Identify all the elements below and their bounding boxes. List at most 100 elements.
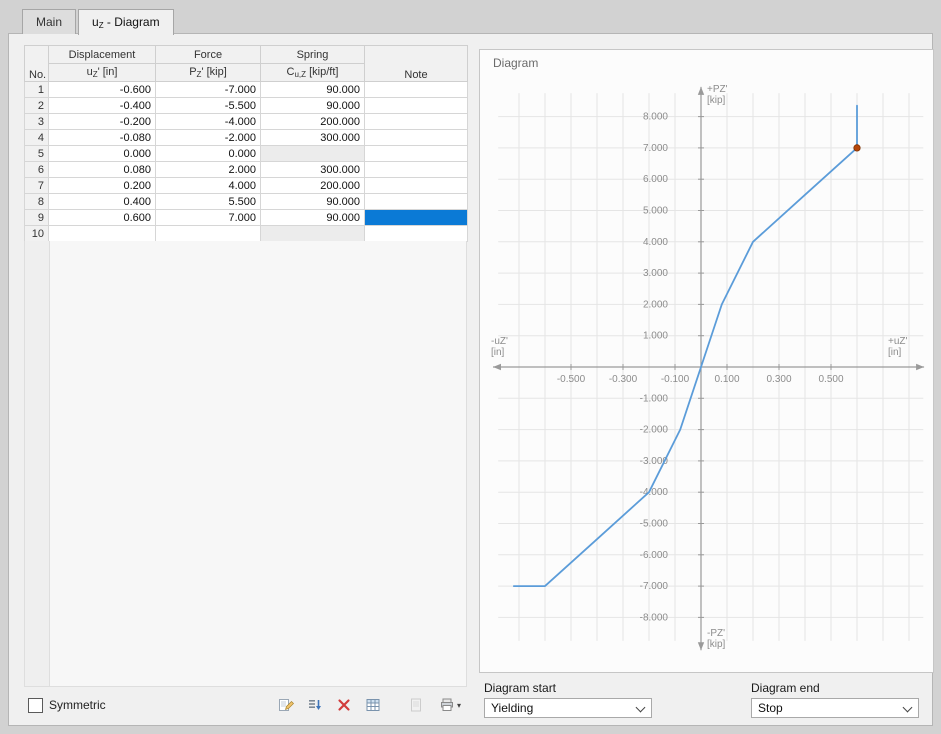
svg-text:-0.300: -0.300	[609, 374, 638, 385]
spreadsheet-icon	[366, 699, 380, 711]
chevron-down-icon	[902, 702, 913, 713]
svg-text:-6.000: -6.000	[640, 550, 669, 561]
cell-spring[interactable]	[260, 225, 365, 242]
svg-text:-5.000: -5.000	[640, 519, 669, 530]
diagram-end-value: Stop	[758, 701, 783, 715]
table-row: 8 0.400 5.500 90.000	[24, 193, 468, 210]
cell-spring[interactable]: 200.000	[260, 177, 365, 194]
cell-force[interactable]: 7.000	[155, 209, 261, 226]
row-number[interactable]: 5	[24, 145, 49, 162]
cell-note[interactable]	[364, 161, 468, 178]
cell-force[interactable]: 5.500	[155, 193, 261, 210]
row-number[interactable]: 8	[24, 193, 49, 210]
import-table-button[interactable]	[361, 694, 385, 716]
row-number[interactable]: 3	[24, 113, 49, 130]
cell-spring[interactable]: 300.000	[260, 161, 365, 178]
print-preview-button	[404, 694, 428, 716]
cell-force[interactable]: 0.000	[155, 145, 261, 162]
spring-diagram-chart: -0.500 -0.300 -0.100 0.100 0.300 0.500 8.000 7.…	[491, 84, 925, 651]
cell-note[interactable]	[364, 81, 468, 98]
row-number[interactable]: 9	[24, 209, 49, 226]
table-row: 10	[24, 225, 468, 242]
col-header-no: No.	[24, 45, 49, 82]
cell-note[interactable]	[364, 209, 468, 226]
cell-note[interactable]	[364, 193, 468, 210]
cell-displacement[interactable]: 0.200	[48, 177, 156, 194]
cell-displacement[interactable]: -0.600	[48, 81, 156, 98]
svg-text:5.000: 5.000	[643, 206, 668, 217]
sort-rows-icon	[309, 700, 321, 710]
svg-text:[in]: [in]	[888, 347, 902, 358]
cell-spring[interactable]	[260, 145, 365, 162]
cell-displacement[interactable]	[48, 225, 156, 242]
cell-spring[interactable]: 90.000	[260, 97, 365, 114]
diagram-start-value: Yielding	[491, 701, 534, 715]
svg-text:3.000: 3.000	[643, 268, 668, 279]
col-header-force: Force	[155, 45, 261, 64]
cell-spring[interactable]: 90.000	[260, 81, 365, 98]
svg-text:-0.100: -0.100	[661, 374, 690, 385]
svg-text:0.300: 0.300	[766, 374, 791, 385]
cell-note[interactable]	[364, 225, 468, 242]
row-number[interactable]: 1	[24, 81, 49, 98]
tab-bar: Main uZ - Diagram	[22, 9, 176, 35]
col-header-note: Note	[364, 45, 468, 82]
cell-displacement[interactable]: -0.200	[48, 113, 156, 130]
delete-x-icon	[338, 699, 350, 711]
cell-displacement[interactable]: 0.600	[48, 209, 156, 226]
cell-force[interactable]: -4.000	[155, 113, 261, 130]
diagram-start-select[interactable]: Yielding	[484, 698, 652, 718]
cell-spring[interactable]: 300.000	[260, 129, 365, 146]
cell-force[interactable]	[155, 225, 261, 242]
diagram-end-label: Diagram end	[751, 681, 820, 695]
cell-note[interactable]	[364, 177, 468, 194]
cell-force[interactable]: 2.000	[155, 161, 261, 178]
cell-displacement[interactable]: 0.400	[48, 193, 156, 210]
svg-text:[kip]: [kip]	[707, 95, 726, 106]
cell-spring[interactable]: 200.000	[260, 113, 365, 130]
tab-main-label: Main	[36, 15, 63, 29]
cell-force[interactable]: -5.500	[155, 97, 261, 114]
cell-spring[interactable]: 90.000	[260, 209, 365, 226]
row-header-strip	[25, 241, 50, 686]
sort-renumber-button[interactable]	[303, 694, 327, 716]
cell-note[interactable]	[364, 145, 468, 162]
diagram-start-label: Diagram start	[484, 681, 557, 695]
row-number[interactable]: 6	[24, 161, 49, 178]
row-number[interactable]: 2	[24, 97, 49, 114]
table-toolbar: ▾	[274, 694, 467, 716]
cell-note[interactable]	[364, 129, 468, 146]
checkbox-box-icon	[28, 697, 43, 713]
table-row: 5 0.000 0.000	[24, 145, 468, 162]
svg-text:+uZ': +uZ'	[888, 336, 908, 347]
cell-displacement[interactable]: 0.000	[48, 145, 156, 162]
row-number[interactable]: 4	[24, 129, 49, 146]
cell-force[interactable]: -7.000	[155, 81, 261, 98]
svg-text:7.000: 7.000	[643, 143, 668, 154]
table-row: 4 -0.080 -2.000 300.000	[24, 129, 468, 146]
symmetric-checkbox[interactable]: Symmetric	[28, 697, 106, 713]
tab-uz-diagram[interactable]: uZ - Diagram	[78, 9, 174, 35]
edit-settings-button[interactable]	[274, 694, 298, 716]
row-number[interactable]: 7	[24, 177, 49, 194]
svg-text:-7.000: -7.000	[640, 581, 669, 592]
cell-note[interactable]	[364, 97, 468, 114]
cell-displacement[interactable]: -0.080	[48, 129, 156, 146]
dialog-content: No. Displacement Force Spring Note uZ' […	[8, 33, 934, 726]
cell-displacement[interactable]: 0.080	[48, 161, 156, 178]
cell-spring[interactable]: 90.000	[260, 193, 365, 210]
cell-force[interactable]: -2.000	[155, 129, 261, 146]
chevron-down-icon	[635, 702, 646, 713]
tab-main[interactable]: Main	[22, 9, 77, 34]
cell-displacement[interactable]: -0.400	[48, 97, 156, 114]
delete-all-button[interactable]	[332, 694, 356, 716]
svg-text:-PZ': -PZ'	[707, 628, 725, 639]
row-number[interactable]: 10	[24, 225, 49, 242]
col-unit-spring: Cu,Z [kip/ft]	[260, 63, 365, 82]
print-button[interactable]: ▾	[433, 694, 467, 716]
diagram-end-select[interactable]: Stop	[751, 698, 919, 718]
cell-note[interactable]	[364, 113, 468, 130]
spring-values-table: No. Displacement Force Spring Note uZ' […	[24, 45, 468, 242]
cell-force[interactable]: 4.000	[155, 177, 261, 194]
svg-text:2.000: 2.000	[643, 299, 668, 310]
